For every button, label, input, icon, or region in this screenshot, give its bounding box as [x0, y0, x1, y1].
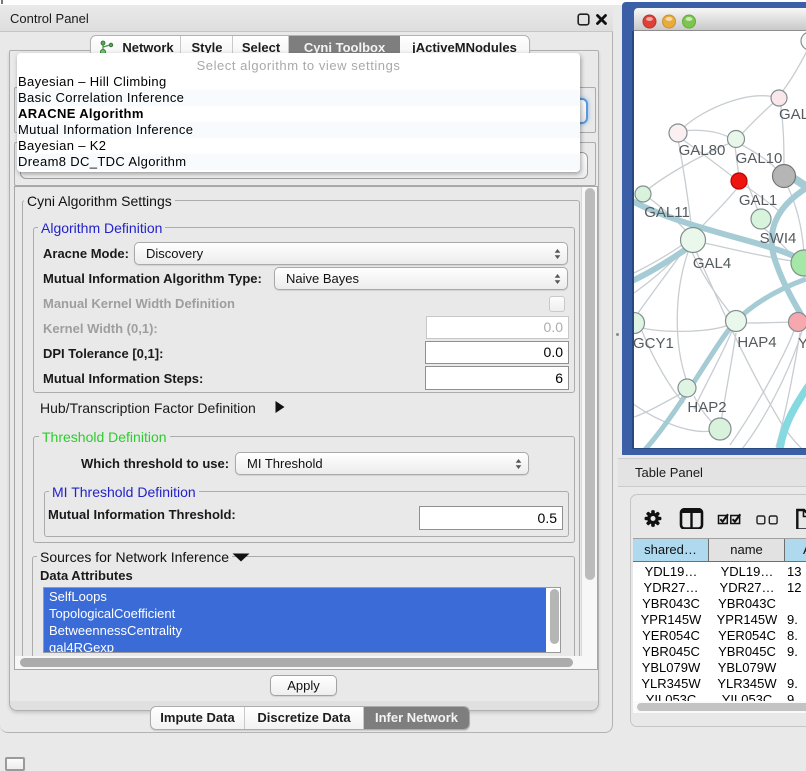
svg-text:GCY1: GCY1 [634, 335, 674, 352]
svg-text:SWI4: SWI4 [760, 230, 797, 247]
svg-text:GAL80: GAL80 [679, 142, 726, 159]
svg-text:GAL1: GAL1 [739, 192, 777, 209]
svg-text:HAP2: HAP2 [687, 399, 726, 416]
svg-text:Y: Y [798, 335, 806, 352]
svg-text:GAL10: GAL10 [736, 150, 783, 167]
svg-text:GAL7: GAL7 [779, 106, 806, 123]
svg-text:GAL4: GAL4 [693, 255, 731, 272]
svg-text:HAP4: HAP4 [737, 334, 776, 351]
svg-text:GAL11: GAL11 [644, 204, 690, 221]
